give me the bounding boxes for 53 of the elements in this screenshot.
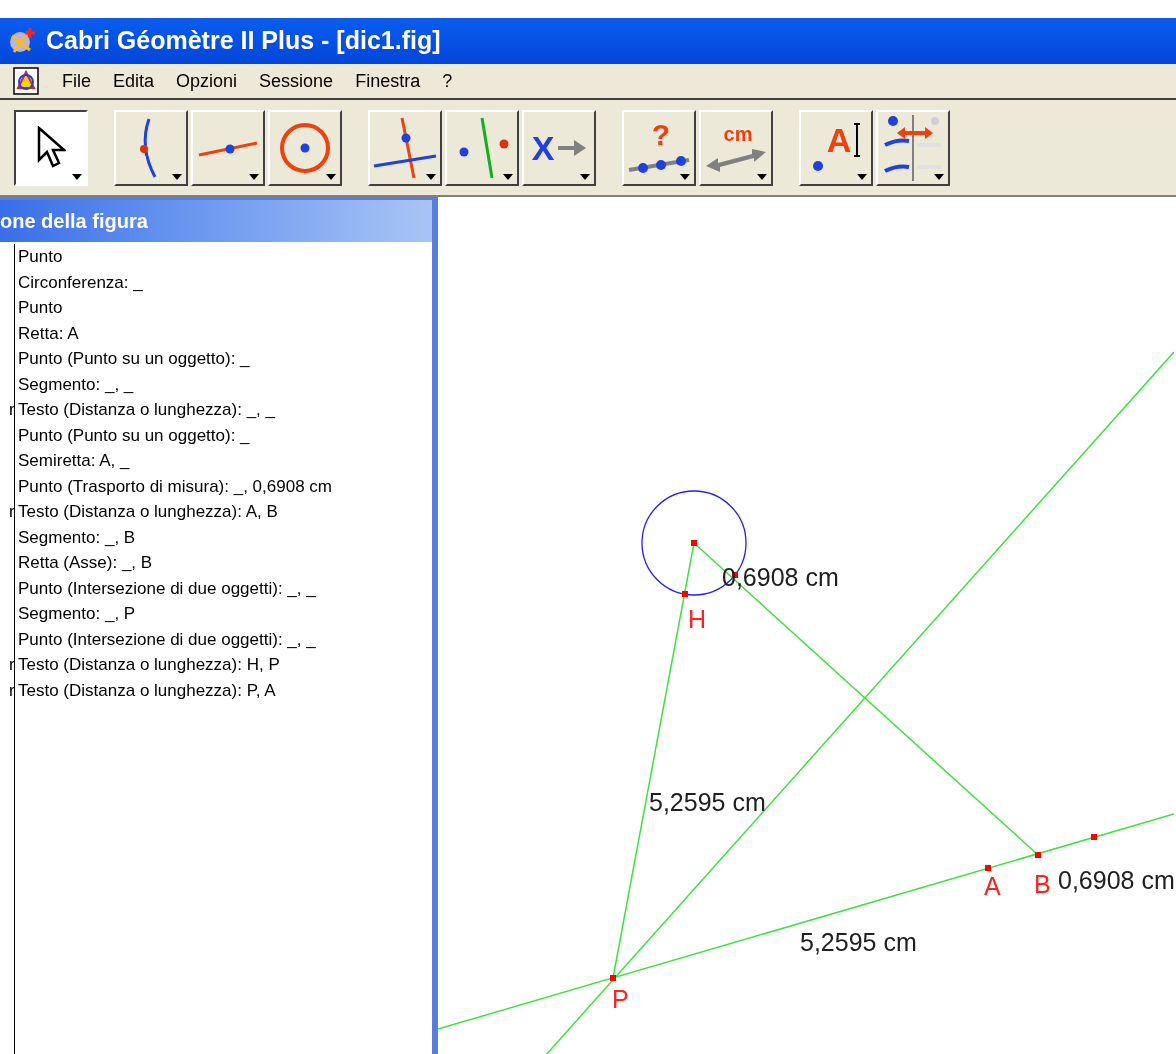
dropdown-caret-icon (326, 173, 336, 180)
dropdown-caret-icon (249, 173, 259, 180)
list-item[interactable]: Punto (Punto su un oggetto): _ (18, 346, 332, 372)
window-title: Cabri Géomètre II Plus - [dic1.fig] (46, 25, 441, 57)
point-label: H (688, 605, 707, 633)
dropdown-caret-icon (934, 173, 944, 180)
menu-item[interactable]: Opzioni (176, 67, 238, 95)
dropdown-caret-icon (857, 173, 867, 180)
point-label: B (1034, 870, 1051, 898)
list-item[interactable]: Segmento: _, _ (18, 371, 332, 397)
dropdown-caret-icon (426, 173, 436, 180)
menu-item[interactable]: Sessione (259, 67, 334, 95)
measurement-label: 5,2595 cm (649, 788, 766, 816)
arrow-pointer-icon (36, 125, 66, 170)
tool-button[interactable] (14, 109, 88, 186)
cut-column-text: r (9, 654, 14, 676)
dropdown-caret-icon (72, 173, 82, 180)
point-label: P (612, 985, 629, 1013)
dropdown-caret-icon (172, 173, 182, 180)
list-item[interactable]: Semiretta: A, _ (18, 448, 332, 474)
list-item[interactable]: Punto (18, 244, 332, 270)
list-item[interactable]: Punto (Trasporto di misura): _, 0,6908 cm (18, 473, 332, 499)
list-item[interactable]: Testo (Distanza o lunghezza): P, A (18, 677, 332, 703)
list-item[interactable]: Testo (Distanza o lunghezza): A, B (18, 499, 332, 525)
list-item[interactable]: Testo (Distanza o lunghezza): H, P (18, 652, 332, 678)
measurement-label: 0,6908 cm (1058, 866, 1174, 894)
panel-title: one della figura (0, 209, 148, 234)
list-item[interactable]: Retta (Asse): _, B (18, 550, 332, 576)
dropdown-caret-icon (503, 173, 513, 180)
tool-button[interactable]: X (522, 109, 596, 186)
circle-icon (278, 120, 332, 175)
menu-item[interactable]: ? (442, 67, 453, 95)
cut-column-text: r (9, 679, 14, 702)
cut-column-text: r (9, 399, 14, 421)
list-item[interactable]: Retta: A (18, 320, 332, 346)
dropdown-caret-icon (580, 173, 590, 180)
document-icon (12, 66, 40, 96)
list-item[interactable]: Testo (Distanza o lunghezza): _, _ (18, 397, 332, 423)
menu-item[interactable]: File (62, 67, 91, 95)
list-item[interactable]: Punto (18, 295, 332, 321)
dropdown-caret-icon (680, 173, 690, 180)
menu-item[interactable]: Edita (113, 67, 155, 95)
list-item[interactable]: Punto (Intersezione di due oggetti): _, _ (18, 575, 332, 601)
list-item[interactable]: Punto (Punto su un oggetto): _ (18, 422, 332, 448)
list-item[interactable]: Circonferenza: _ (18, 269, 332, 295)
cut-column-text: r (9, 501, 14, 523)
perpendicular-lines-icon (372, 115, 438, 180)
point-label: A (984, 872, 1001, 900)
list-item[interactable]: Punto (Intersezione di due oggetti): _, _ (18, 626, 332, 652)
list-item[interactable]: Segmento: _, B (18, 524, 332, 550)
list-item[interactable]: Segmento: _, P (18, 601, 332, 627)
measurement-label: 5,2595 cm (800, 928, 917, 956)
menu-item[interactable]: Finestra (355, 67, 421, 95)
